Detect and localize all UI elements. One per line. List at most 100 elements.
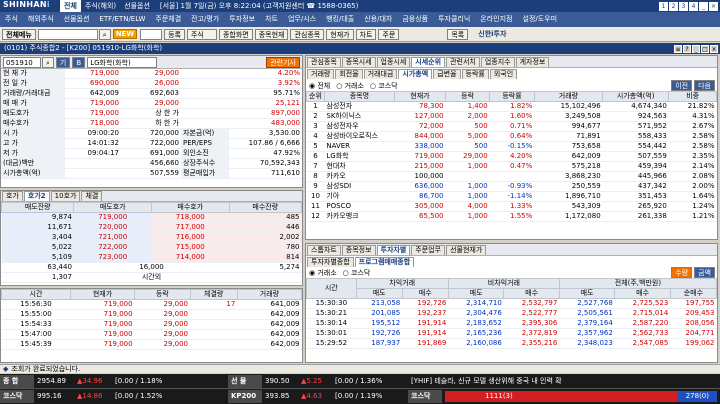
order-button[interactable]: 주문 [378, 28, 400, 40]
ranking-row[interactable]: 12 카카오뱅크 65,500 1,000 1.55% 1,172,080 261,338 1… [306, 211, 717, 222]
rank-stock-name[interactable]: 현대차 [324, 161, 395, 172]
radio-exchange[interactable]: ◉ 거래소 [309, 268, 337, 278]
bid-price[interactable]: 715,000 [151, 242, 230, 253]
radio-kosdaq-2[interactable]: ○ 코스닥 [343, 268, 371, 278]
menu-item[interactable]: ETF/ETN/ELW [94, 12, 150, 27]
ask-price[interactable]: 720,000 [73, 222, 152, 233]
list-button[interactable]: 목록 [447, 28, 469, 40]
menu-item[interactable]: 선물옵션 [59, 12, 95, 27]
ranking-row[interactable]: 5 NAVER 338,000 500 -0.15% 753,658 554,442 2.58… [306, 141, 717, 152]
menu-item[interactable]: 온라인지점 [475, 12, 517, 27]
window-maximize-icon[interactable]: □ [701, 44, 709, 53]
ranking-subtab[interactable]: 거래량 [307, 69, 335, 79]
rank-stock-name[interactable]: LG화학 [324, 151, 395, 162]
window-close-icon[interactable]: × [710, 44, 718, 53]
investor-tab[interactable]: 선물현재가 [446, 244, 487, 255]
ranking-subtab[interactable]: 외국인 [489, 69, 518, 79]
menu-item[interactable]: 주문체결 [150, 12, 186, 27]
ranking-tab[interactable]: 관련서치 [446, 56, 480, 67]
ranking-row[interactable]: 3 삼성전자우 72,000 500 0.71% 994,677 571,952 2.67% [306, 121, 717, 132]
radio-kosdaq[interactable]: ○ 코스닥 [370, 81, 398, 91]
next-button[interactable]: 다음 [694, 80, 715, 91]
hoga-row[interactable]: 5,022 722,000 715,000 780 [1, 242, 302, 253]
rank-stock-name[interactable]: 삼성전자 [324, 101, 395, 112]
hoga-row[interactable]: 5,109 723,000 714,000 814 [1, 252, 302, 263]
ranking-row[interactable]: 2 SK하이닉스 127,000 2,000 1.60% 3,249,508 924,563… [306, 111, 717, 122]
ranking-tab[interactable]: 업종지수 [480, 56, 515, 67]
menu-item[interactable]: 해외주식 [23, 12, 59, 27]
watchlist-button[interactable]: 관심종목 [290, 28, 325, 40]
combined-screen-button[interactable]: 종합화면 [218, 28, 253, 40]
ranking-subtab[interactable]: 거래대금 [363, 69, 398, 79]
rank-stock-name[interactable]: NAVER [324, 141, 395, 152]
minimize-icon[interactable]: _ [699, 1, 708, 11]
window-num-4[interactable]: 4 [689, 1, 698, 11]
tab-foreign-stock[interactable]: 주식(해외) [81, 0, 120, 12]
menu-item[interactable]: 투자클리닉 [433, 12, 475, 27]
hoga-tab[interactable]: 10호가 [50, 191, 81, 201]
menu-item[interactable]: 투자정보 [224, 12, 260, 27]
ranking-tab[interactable]: 관심종목 [307, 56, 341, 67]
window-help-icon[interactable]: ? [683, 44, 691, 53]
ranking-row[interactable]: 9 삼성SDI 636,000 1,000 -0.93% 250,559 437,342 2.… [306, 181, 717, 192]
stock-select[interactable]: 주식 [186, 28, 217, 40]
screen-number-input[interactable] [140, 28, 163, 40]
menu-search-input[interactable] [37, 28, 98, 40]
ranking-tab[interactable]: 종목시세 [341, 56, 376, 67]
ranking-tab[interactable]: 시세순위 [411, 56, 446, 67]
ranking-subtab[interactable]: 급변율 [433, 69, 461, 79]
window-num-3[interactable]: 3 [679, 1, 688, 11]
hoga-row[interactable]: 11,671 720,000 717,000 446 [1, 222, 302, 233]
investor-tab[interactable]: 종목정보 [341, 244, 376, 255]
menu-item[interactable]: 차트 [260, 12, 283, 27]
menu-item[interactable]: 금융상품 [397, 12, 433, 27]
ranking-row[interactable]: 4 삼성바이오로직스 844,000 5,000 0.64% 71,891 558,433 2… [306, 131, 717, 142]
stock-current-button[interactable]: 종목현재 [254, 28, 289, 40]
bid-price[interactable]: 716,000 [151, 232, 230, 243]
ask-price[interactable]: 721,000 [73, 232, 152, 243]
rank-stock-name[interactable]: 기아 [324, 191, 395, 202]
bid-price[interactable]: 717,000 [151, 222, 230, 233]
rank-stock-name[interactable]: 삼성전자우 [324, 121, 395, 132]
bid-price[interactable]: 714,000 [151, 252, 230, 263]
stock-code-input[interactable]: 051910 [3, 56, 41, 68]
investor-subtab[interactable]: 프로그램매매종합 [354, 256, 415, 267]
ranking-row[interactable]: 8 카카오 100,000 3,868,230 445,966 2.08% [306, 171, 717, 182]
close-icon[interactable]: × [709, 1, 718, 11]
rank-stock-name[interactable]: 삼성바이오로직스 [324, 131, 395, 142]
rank-stock-name[interactable]: SK하이닉스 [324, 111, 395, 122]
prev-button[interactable]: 이전 [671, 80, 693, 91]
ranking-subtab[interactable]: 시가총액 [398, 69, 433, 79]
window-num-1[interactable]: 1 [659, 1, 668, 11]
ranking-subtab[interactable]: 등락률 [461, 69, 489, 79]
window-menu-icon[interactable]: ≡ [674, 44, 682, 53]
chart-button[interactable]: 차트 [355, 28, 377, 40]
rank-stock-name[interactable]: POSCO [324, 201, 395, 212]
ask-price[interactable]: 723,000 [73, 252, 152, 263]
investor-tab[interactable]: 스톱차트 [307, 244, 341, 255]
menu-item[interactable]: 업무/시스 [283, 12, 321, 27]
hoga-tab[interactable]: 호가2 [23, 191, 50, 201]
menu-item[interactable]: 설정/도우미 [518, 12, 563, 27]
quantity-button[interactable]: 수량 [671, 267, 693, 278]
amount-button[interactable]: 금액 [694, 267, 715, 278]
hoga-tab[interactable]: 호가 [2, 191, 23, 201]
ranking-row[interactable]: 6 LG화학 719,000 29,000 4.20% 642,009 507,559 2.3… [306, 151, 717, 162]
investor-tab[interactable]: 투자자별 [376, 244, 411, 255]
news-ticker[interactable]: [YHIF] 테슬라, 신규 모델 생산위해 중국 내 인력 확 [408, 375, 720, 388]
tab-futures[interactable]: 선물옵션 [120, 0, 154, 12]
ranking-row[interactable]: 1 삼성전자 78,300 1,400 1.82% 15,102,496 4,674,340… [306, 101, 717, 112]
search-stock-icon[interactable]: ⌕ [42, 56, 54, 68]
menu-item[interactable]: 뱅킹/대출 [321, 12, 359, 27]
ranking-subtab[interactable]: 회전율 [335, 69, 363, 79]
related-news-button[interactable]: 관련기사 [266, 56, 300, 68]
hoga-row[interactable]: 3,404 721,000 716,000 2,002 [1, 232, 302, 243]
search-icon[interactable]: ⌕ [98, 28, 111, 40]
radio-kospi[interactable]: ○ 거래소 [336, 81, 364, 91]
ranking-row[interactable]: 10 기아 86,700 1,000 -1.14% 1,896,710 351,453 1.6… [306, 191, 717, 202]
rank-stock-name[interactable]: 카카오 [324, 171, 395, 182]
new-badge[interactable]: NEW [112, 29, 138, 39]
ask-price[interactable]: 719,000 [73, 212, 152, 223]
menu-item[interactable]: 잔고/평가 [186, 12, 224, 27]
ask-price[interactable]: 722,000 [73, 242, 152, 253]
